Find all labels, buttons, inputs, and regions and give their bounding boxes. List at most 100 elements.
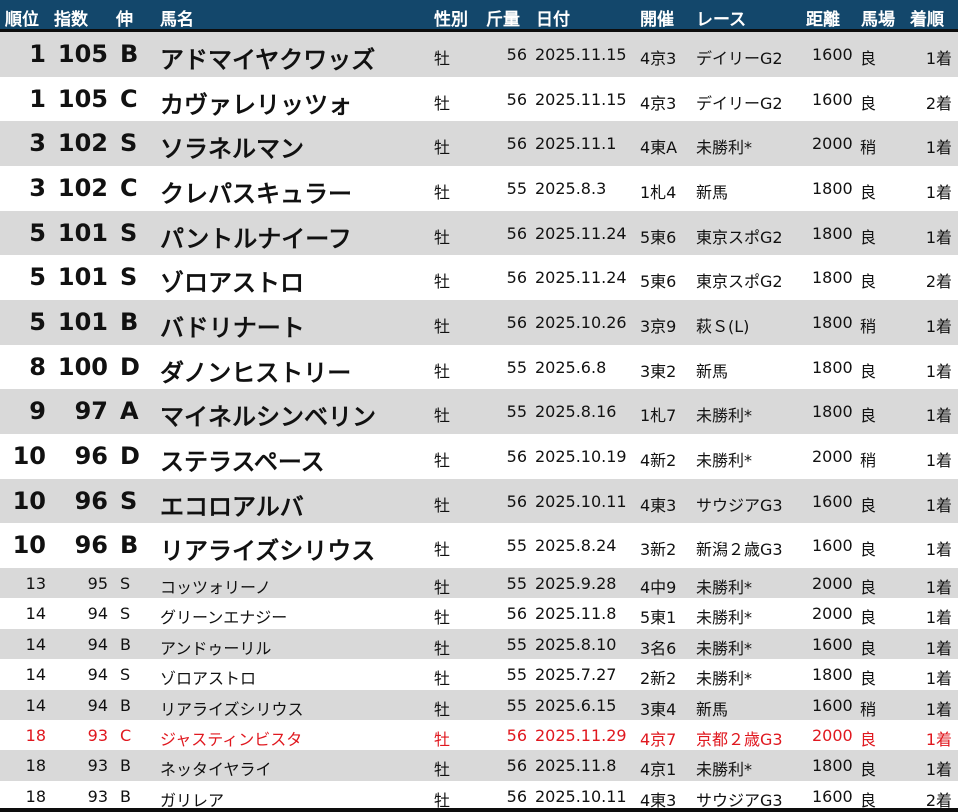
sex-cell: 牡: [434, 272, 451, 292]
kinryo-cell: 56: [506, 447, 527, 467]
table-row: 14 94 S ゾロアストロ 牡 55 2025.7.27 2新2 未勝利* 1800 良 1着: [0, 659, 958, 689]
race-cell: デイリーG2: [696, 49, 783, 68]
kaisai-cell: 4京1: [640, 760, 677, 780]
kinryo-cell: 56: [506, 726, 527, 746]
nobi-cell: D: [120, 442, 140, 471]
table-row: 18 93 C ジャスティンビスタ 牡 56 2025.11.29 4京7 京都２歳G3 2000…: [0, 720, 958, 750]
sex-cell: 牡: [434, 138, 451, 158]
rank-cell: 1: [29, 84, 46, 113]
distance-cell: 1800: [812, 665, 853, 685]
distance-cell: 2000: [812, 574, 853, 594]
table-row: 14 94 S グリーンエナジー 牡 56 2025.11.8 5東1 未勝利* 2000 良 1着: [0, 598, 958, 628]
kinryo-cell: 55: [506, 665, 527, 685]
kinryo-cell: 56: [506, 223, 527, 243]
index-cell: 94: [87, 634, 108, 654]
baba-cell: 良: [860, 578, 877, 598]
baba-cell: 良: [860, 495, 877, 515]
nobi-cell: B: [120, 531, 139, 560]
date-cell: 2025.8.24: [535, 536, 617, 556]
distance-cell: 1600: [812, 695, 853, 715]
kinryo-cell: 55: [506, 634, 527, 654]
table-row: 3 102 S ソラネルマン 牡 56 2025.11.1 4東A 未勝利* 2000 稍 1着: [0, 121, 958, 166]
kaisai-cell: 3東2: [640, 361, 677, 381]
header-kaisai: 開催: [640, 10, 674, 30]
baba-cell: 良: [860, 638, 877, 658]
baba-cell: 稍: [860, 138, 877, 158]
rank-cell: 14: [25, 604, 46, 624]
horse-name-cell: バドリナート: [160, 314, 305, 343]
rank-cell: 8: [29, 352, 46, 381]
date-cell: 2025.6.15: [535, 695, 617, 715]
index-cell: 94: [87, 604, 108, 624]
rank-cell: 9: [29, 397, 46, 426]
rank-cell: 13: [25, 574, 46, 594]
horse-name-cell: グリーンエナジー: [160, 608, 288, 628]
race-cell: 新馬: [696, 361, 729, 381]
header-sex: 性別: [434, 10, 468, 30]
horse-name-cell: リアライズシリウス: [160, 699, 304, 719]
nobi-cell: B: [120, 308, 139, 337]
nobi-cell: S: [120, 129, 138, 158]
kinryo-cell: 56: [506, 786, 527, 806]
kaisai-cell: 2新2: [640, 669, 677, 689]
date-cell: 2025.11.29: [535, 726, 627, 746]
table-row: 1 105 C カヴァレリッツォ 牡 56 2025.11.15 4京3 デイリーG2 1600 良…: [0, 77, 958, 122]
nobi-cell: A: [120, 397, 139, 426]
sex-cell: 牡: [434, 93, 451, 113]
horse-name-cell: アンドゥーリル: [160, 638, 272, 658]
index-cell: 96: [74, 442, 108, 471]
kinryo-cell: 55: [506, 357, 527, 377]
index-cell: 94: [87, 665, 108, 685]
kaisai-cell: 5東6: [640, 227, 677, 247]
kinryo-cell: 55: [506, 179, 527, 198]
table-row: 5 101 B バドリナート 牡 56 2025.10.26 3京9 萩Ｓ(L) 1800 稍 1着: [0, 300, 958, 345]
baba-cell: 良: [860, 183, 877, 202]
kaisai-cell: 1札4: [640, 183, 677, 202]
distance-cell: 1600: [812, 491, 853, 511]
sex-cell: 牡: [434, 406, 451, 426]
baba-cell: 良: [860, 608, 877, 628]
horse-name-cell: ダノンヒストリー: [160, 358, 352, 387]
index-cell: 101: [57, 263, 108, 292]
table-row: 18 93 B ガリレア牡 56 2025.10.11 4東3 サウジアG3 1600 良 2着: [0, 781, 958, 811]
kaisai-cell: 4京3: [640, 93, 677, 113]
distance-cell: 1800: [812, 223, 853, 243]
distance-cell: 1800: [812, 756, 853, 776]
distance-cell: 2000: [812, 726, 853, 746]
header-baba: 馬場: [861, 10, 895, 30]
race-cell: 東京スポG2: [696, 272, 783, 292]
kinryo-cell: 55: [506, 402, 527, 422]
date-cell: 2025.10.11: [535, 786, 627, 806]
nobi-cell: S: [120, 665, 131, 685]
table-row: 8 100 D ダノンヒストリー 牡 55 2025.6.8 3東2 新馬 1800 良 1着: [0, 345, 958, 390]
chakujun-cell: 1着: [925, 361, 952, 381]
baba-cell: 良: [860, 760, 877, 780]
distance-cell: 2000: [812, 604, 853, 624]
nobi-cell: B: [120, 695, 131, 715]
rank-cell: 14: [25, 695, 46, 715]
distance-cell: 1600: [812, 89, 853, 109]
chakujun-cell: 1着: [925, 138, 952, 158]
distance-cell: 2000: [812, 134, 853, 154]
table-row: 14 94 B リアライズシリウス 牡 55 2025.6.15 3東4 新馬 1600 稍 1着: [0, 689, 958, 721]
sex-cell: 牡: [434, 578, 451, 598]
nobi-cell: C: [120, 174, 138, 202]
kinryo-cell: 55: [506, 536, 527, 556]
kaisai-cell: 3新2: [640, 540, 677, 560]
header-nobi: 伸: [116, 10, 133, 30]
date-cell: 2025.10.11: [535, 491, 627, 511]
index-cell: 97: [74, 397, 108, 426]
date-cell: 2025.11.8: [535, 604, 617, 624]
kinryo-cell: 55: [506, 695, 527, 715]
sex-cell: 牡: [434, 317, 451, 337]
date-cell: 2025.11.24: [535, 223, 627, 243]
date-cell: 2025.11.15: [535, 45, 627, 64]
table-row: 14 94 B アンドゥーリル 牡 55 2025.8.10 3名6 未勝利* 1600 良 1着: [0, 628, 958, 660]
chakujun-cell: 1着: [925, 638, 952, 658]
kinryo-cell: 56: [506, 604, 527, 624]
table-row: 10 96 S エコロアルバ 牡 56 2025.10.11 4東3 サウジアG3 1600 良 1着: [0, 478, 958, 524]
nobi-cell: B: [120, 786, 131, 806]
sex-cell: 牡: [434, 608, 451, 628]
chakujun-cell: 1着: [925, 317, 952, 337]
date-cell: 2025.9.28: [535, 574, 617, 594]
